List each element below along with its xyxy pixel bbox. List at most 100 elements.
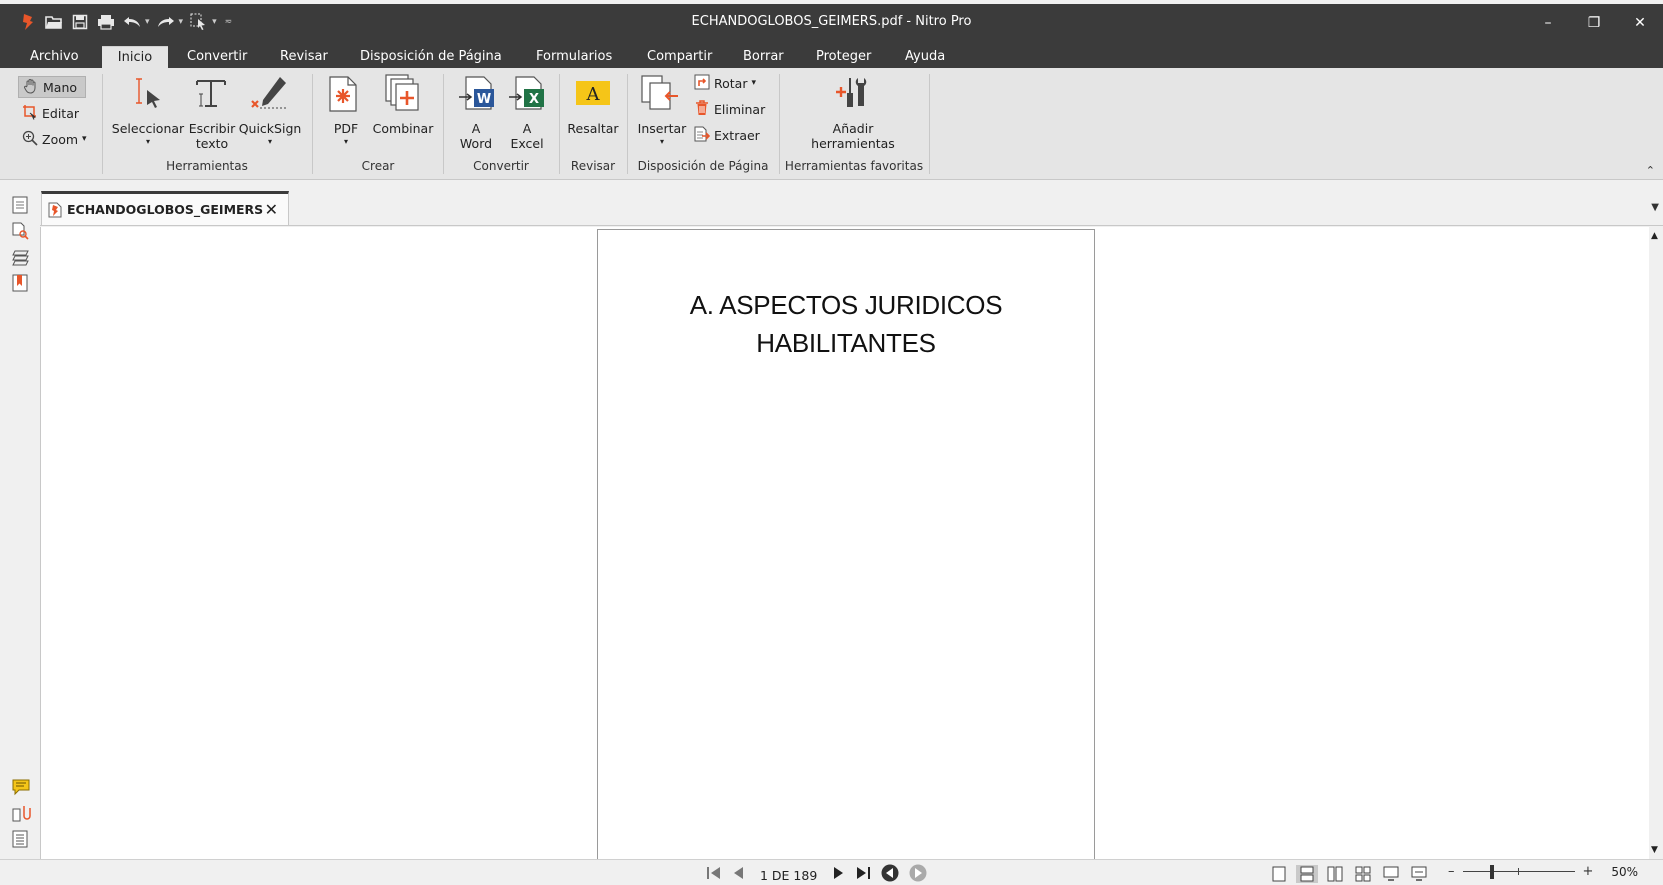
- to-excel-label-2[interactable]: Excel: [507, 136, 547, 151]
- extract-label: Extraer: [714, 127, 760, 143]
- facing-continuous-view-icon[interactable]: [1352, 865, 1374, 883]
- output-panel-icon[interactable]: [12, 830, 32, 850]
- select-dropdown-arrow[interactable]: ▾: [140, 134, 156, 149]
- edit-crop-icon: [22, 104, 38, 123]
- fit-width-icon[interactable]: [1408, 865, 1430, 883]
- insert-pages-icon[interactable]: [640, 74, 680, 118]
- separator: [312, 74, 313, 174]
- tab-borrar[interactable]: Borrar: [735, 46, 792, 68]
- fit-page-icon[interactable]: [1380, 865, 1402, 883]
- restore-button[interactable]: ❐: [1571, 4, 1617, 42]
- single-page-view-icon[interactable]: [1268, 865, 1290, 883]
- extract-pages-button[interactable]: Extraer: [690, 124, 764, 146]
- document-view[interactable]: A. ASPECTOS JURIDICOS HABILITANTES: [40, 227, 1649, 861]
- tab-revisar[interactable]: Revisar: [272, 46, 336, 68]
- to-word-label-2[interactable]: Word: [456, 136, 496, 151]
- select-tool-icon[interactable]: [132, 76, 166, 114]
- zoom-dropdown-icon: ▾: [82, 134, 87, 144]
- zoom-out-button[interactable]: –: [1448, 864, 1455, 879]
- tab-proteger[interactable]: Proteger: [808, 46, 879, 68]
- add-tools-label-2[interactable]: herramientas: [800, 136, 906, 151]
- vertical-scrollbar[interactable]: ▲ ▼: [1649, 227, 1663, 859]
- forward-view-icon[interactable]: [909, 864, 927, 885]
- page-indicator[interactable]: 1 DE 189: [760, 868, 817, 883]
- zoom-mode-button[interactable]: Zoom ▾: [18, 128, 91, 150]
- group-favoritas-label: Herramientas favoritas: [784, 159, 924, 173]
- window-controls: – ❐ ✕: [1525, 4, 1663, 42]
- add-tools-icon[interactable]: [834, 74, 872, 116]
- scroll-up-icon[interactable]: ▲: [1651, 231, 1658, 241]
- edit-mode-button[interactable]: Editar: [18, 102, 83, 124]
- minimize-button[interactable]: –: [1525, 4, 1571, 42]
- edit-mode-label: Editar: [42, 105, 80, 121]
- combine-icon[interactable]: [384, 74, 420, 116]
- tab-inicio[interactable]: Inicio: [102, 46, 168, 68]
- facing-view-icon[interactable]: [1324, 865, 1346, 883]
- hand-icon: [23, 78, 39, 97]
- highlight-label[interactable]: Resaltar: [564, 121, 622, 136]
- document-tab[interactable]: ECHANDOGLOBOS_GEIMERS ✕: [41, 191, 289, 225]
- quicksign-pen-icon[interactable]: [250, 74, 290, 118]
- rotate-button[interactable]: Rotar ▾: [690, 72, 760, 94]
- ribbon: Mano Editar Zoom ▾ Seleccionar ▾ Escribi…: [0, 68, 1663, 180]
- combine-label[interactable]: Combinar: [370, 121, 436, 136]
- tab-compartir[interactable]: Compartir: [639, 46, 720, 68]
- tab-list-dropdown-icon[interactable]: ▼: [1651, 202, 1659, 213]
- collapse-ribbon-icon[interactable]: ⌃: [1646, 164, 1655, 177]
- find-panel-icon[interactable]: [12, 222, 32, 242]
- zoom-slider-thumb[interactable]: [1489, 864, 1494, 879]
- continuous-view-icon[interactable]: [1296, 865, 1318, 883]
- first-page-icon[interactable]: [706, 866, 722, 884]
- to-word-icon[interactable]: W: [458, 76, 496, 116]
- type-text-icon[interactable]: [194, 76, 228, 114]
- to-excel-label-1[interactable]: A: [507, 121, 547, 136]
- add-tools-label-1[interactable]: Añadir: [800, 121, 906, 136]
- left-panel-bar: [0, 180, 40, 860]
- zoom-in-button[interactable]: +: [1583, 864, 1594, 879]
- pages-panel-icon[interactable]: [12, 196, 32, 216]
- tab-ayuda[interactable]: Ayuda: [897, 46, 953, 68]
- pdf-dropdown-arrow[interactable]: ▾: [338, 134, 354, 149]
- scroll-down-icon[interactable]: ▼: [1651, 845, 1658, 855]
- close-button[interactable]: ✕: [1617, 4, 1663, 42]
- last-page-icon[interactable]: [855, 866, 871, 884]
- to-excel-icon[interactable]: X: [508, 76, 546, 116]
- type-text-label-2[interactable]: texto: [186, 136, 238, 151]
- delete-pages-button[interactable]: Eliminar: [690, 98, 769, 120]
- attachments-panel-icon[interactable]: [12, 804, 32, 824]
- zoom-slider[interactable]: [1462, 864, 1575, 879]
- insert-dropdown-arrow[interactable]: ▾: [654, 134, 670, 149]
- tab-convertir[interactable]: Convertir: [179, 46, 255, 68]
- next-page-icon[interactable]: [833, 866, 845, 884]
- bookmarks-panel-icon[interactable]: [12, 274, 32, 294]
- back-view-icon[interactable]: [881, 864, 899, 885]
- highlight-icon[interactable]: A: [575, 80, 611, 112]
- to-word-label-1[interactable]: A: [456, 121, 496, 136]
- zoom-mode-label: Zoom: [42, 131, 79, 147]
- document-tab-title: ECHANDOGLOBOS_GEIMERS: [67, 202, 264, 217]
- layers-panel-icon[interactable]: [12, 248, 32, 268]
- tab-archivo[interactable]: Archivo: [22, 46, 87, 68]
- document-tab-bar: ECHANDOGLOBOS_GEIMERS ✕ ▼: [40, 188, 1663, 226]
- hand-mode-label: Mano: [43, 79, 78, 95]
- separator: [102, 74, 103, 174]
- ribbon-tabs: Archivo Inicio Convertir Revisar Disposi…: [0, 42, 1663, 68]
- previous-page-icon[interactable]: [732, 866, 744, 884]
- group-crear-label: Crear: [361, 159, 395, 173]
- close-tab-icon[interactable]: ✕: [265, 200, 278, 219]
- comments-panel-icon[interactable]: [12, 778, 32, 798]
- quicksign-dropdown-arrow[interactable]: ▾: [262, 134, 278, 149]
- rotate-dropdown-icon: ▾: [751, 78, 757, 88]
- pdf-file-icon: [48, 202, 62, 218]
- create-pdf-icon[interactable]: [328, 76, 358, 116]
- zoom-magnifier-icon: [22, 130, 38, 149]
- type-text-label-1[interactable]: Escribir: [186, 121, 238, 136]
- tab-disposicion[interactable]: Disposición de Página: [352, 46, 510, 68]
- page-navigation: 1 DE 189: [706, 864, 927, 885]
- zoom-level[interactable]: 50%: [1611, 865, 1638, 879]
- tab-formularios[interactable]: Formularios: [528, 46, 620, 68]
- group-disposicion-label: Disposición de Página: [637, 159, 769, 173]
- nitro-pro-window: ▾ ▾ ▾ ≂ ECHANDOGLOBOS_GEIMERS.pdf - Nitr…: [0, 0, 1663, 885]
- hand-mode-button[interactable]: Mano: [18, 76, 86, 98]
- window-title: ECHANDOGLOBOS_GEIMERS.pdf - Nitro Pro: [691, 14, 972, 29]
